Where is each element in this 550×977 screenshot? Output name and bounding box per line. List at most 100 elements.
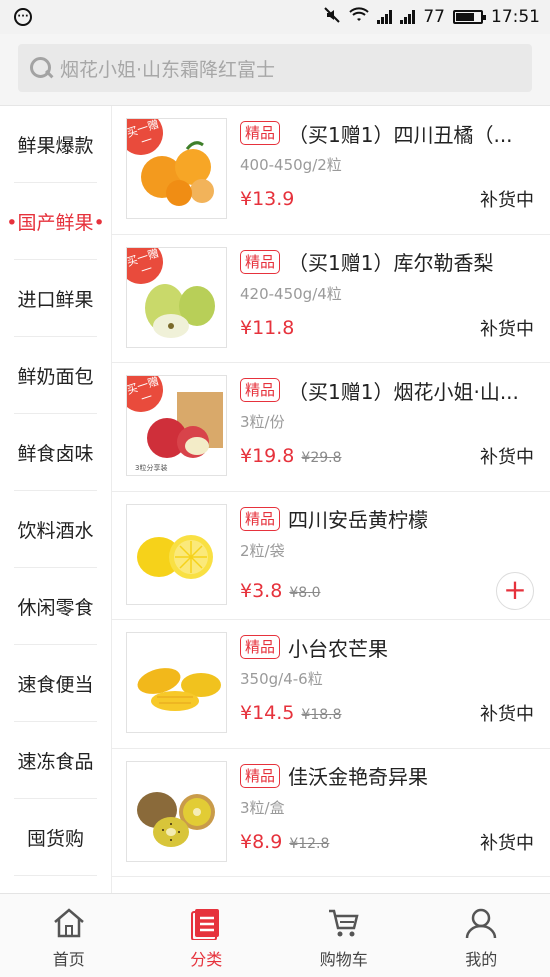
- product-price: ¥11.8: [240, 316, 295, 339]
- tab-item[interactable]: 分类: [138, 894, 276, 977]
- search-icon: [30, 57, 52, 79]
- sidebar-item[interactable]: 鲜奶面包: [0, 337, 111, 414]
- sidebar-item-label: 速食便当: [17, 674, 94, 696]
- tab-item[interactable]: 我的: [413, 894, 550, 977]
- quality-badge: 精品: [240, 378, 281, 402]
- product-info: 精品 （买1赠1）四川丑橘（... 400-450g/2粒: [240, 118, 534, 175]
- product-price: ¥19.8: [240, 445, 295, 467]
- clock: 17:51: [491, 7, 540, 27]
- product-price: ¥13.9: [240, 188, 295, 210]
- stock-status: 补货中: [480, 318, 534, 340]
- tab-item[interactable]: 首页: [0, 894, 138, 977]
- product-info: 精品 小台农芒果 350g/4-6粒: [240, 632, 534, 689]
- tab-label: 分类: [190, 950, 223, 969]
- signal-icon: [377, 10, 393, 24]
- search-bar: 烟花小姐·山东霜降红富士: [0, 34, 550, 106]
- sidebar-item-label: 囤货购: [26, 828, 84, 850]
- product-item[interactable]: 买一赠一 精品 （买1赠1）库尔勒香梨 420-450g/4粒 ¥11.8 补货中: [112, 235, 550, 363]
- product-title[interactable]: （买1赠1）烟花小姐·山...: [288, 376, 519, 405]
- stock-status: 补货中: [480, 190, 534, 211]
- stock-status: 补货中: [480, 704, 534, 725]
- product-spec: 3粒/份: [240, 413, 285, 431]
- product-image[interactable]: 买一赠一: [126, 246, 227, 348]
- original-price: ¥8.0: [289, 584, 321, 601]
- product-item[interactable]: 精品 佳沃金艳奇异果 3粒/盒 ¥8.9 ¥12.8 补货中: [112, 749, 550, 877]
- product-spec: 420-450g/4粒: [240, 284, 342, 303]
- product-info: 精品 （买1赠1）库尔勒香梨 420-450g/4粒: [240, 247, 534, 304]
- original-price: ¥29.8: [301, 450, 342, 466]
- product-item[interactable]: 精品 四川安岳黄柠檬 2粒/袋 ¥3.8 ¥8.0 +: [112, 492, 550, 620]
- search-placeholder: 烟花小姐·山东霜降红富士: [60, 58, 276, 81]
- quality-badge: 精品: [240, 763, 281, 788]
- product-price: ¥3.8: [240, 579, 283, 602]
- product-spec: 2粒/袋: [240, 541, 285, 560]
- tab-label: 我的: [465, 950, 498, 969]
- product-price: ¥14.5: [240, 702, 295, 724]
- sidebar-item[interactable]: 囤货购: [0, 799, 111, 876]
- wifi-icon: [349, 6, 370, 28]
- mute-icon: [323, 6, 341, 29]
- sidebar-item-label: 休闲零食: [17, 597, 94, 619]
- sidebar-item[interactable]: 进口鲜果: [0, 260, 111, 337]
- product-item[interactable]: 精品 小台农芒果 350g/4-6粒 ¥14.5 ¥18.8 补货中: [112, 620, 550, 749]
- svg-text:3粒分享装: 3粒分享装: [135, 463, 167, 472]
- quality-badge: 精品: [240, 506, 281, 531]
- category-sidebar: 鲜果爆款 •国产鲜果• 进口鲜果鲜奶面包鲜食卤味饮料酒水休闲零食速食便当速冻食品囤货…: [0, 106, 112, 893]
- tab-label: 购物车: [319, 950, 368, 969]
- quality-badge: 精品: [240, 249, 281, 274]
- sidebar-item[interactable]: 速食便当: [0, 645, 111, 722]
- product-title[interactable]: （买1赠1）库尔勒香梨: [288, 247, 493, 276]
- sidebar-item-label: 进口鲜果: [17, 289, 94, 311]
- product-spec: 400-450g/2粒: [240, 156, 342, 174]
- status-bar: ··· 77 17:51: [0, 0, 550, 34]
- sidebar-item[interactable]: 速冻食品: [0, 722, 111, 799]
- product-image[interactable]: [126, 503, 227, 605]
- sidebar-item-label: 饮料酒水: [17, 520, 94, 542]
- product-image[interactable]: 3粒分享装 买一赠一: [126, 375, 227, 476]
- tab-item[interactable]: 购物车: [275, 894, 413, 977]
- product-image[interactable]: 买一赠一: [126, 118, 227, 219]
- sidebar-item[interactable]: 休闲零食: [0, 568, 111, 645]
- product-price: ¥8.9: [240, 830, 283, 853]
- cart-icon: [326, 906, 362, 940]
- sidebar-item-label: 鲜果爆款: [17, 135, 94, 157]
- tab-label: 首页: [52, 950, 85, 969]
- product-title[interactable]: 四川安岳黄柠檬: [288, 504, 428, 533]
- product-info: 精品 四川安岳黄柠檬 2粒/袋: [240, 504, 534, 561]
- product-title[interactable]: （买1赠1）四川丑橘（...: [288, 119, 513, 148]
- product-title[interactable]: 小台农芒果: [288, 633, 388, 662]
- bottom-tabbar: 首页 分类 购物车 我的: [0, 893, 550, 977]
- product-list: 买一赠一 精品 （买1赠1）四川丑橘（... 400-450g/2粒 ¥13.9 补货中买…: [112, 106, 550, 893]
- sidebar-item-label: 速冻食品: [17, 751, 94, 773]
- sidebar-item[interactable]: 鲜果爆款: [0, 106, 111, 183]
- battery-icon: [453, 10, 486, 24]
- quality-badge: 精品: [240, 635, 281, 659]
- category-icon: [188, 906, 224, 940]
- user-icon: [463, 906, 499, 940]
- sidebar-item[interactable]: •国产鲜果•: [0, 183, 111, 260]
- notification-icon: ···: [14, 8, 32, 26]
- product-info: 精品 佳沃金艳奇异果 3粒/盒: [240, 761, 534, 818]
- sidebar-item-label: 鲜奶面包: [17, 366, 94, 388]
- search-input[interactable]: 烟花小姐·山东霜降红富士: [18, 44, 532, 92]
- original-price: ¥18.8: [301, 707, 342, 723]
- product-title[interactable]: 佳沃金艳奇异果: [288, 761, 428, 790]
- product-item[interactable]: 买一赠一 精品 （买1赠1）四川丑橘（... 400-450g/2粒 ¥13.9 补货中: [112, 106, 550, 235]
- stock-status: 补货中: [480, 447, 534, 468]
- original-price: ¥12.8: [289, 835, 330, 852]
- product-item[interactable]: 3粒分享装 买一赠一 精品 （买1赠1）烟花小姐·山... 3粒/份 ¥19.8 ¥29.8…: [112, 363, 550, 492]
- add-to-cart-button[interactable]: +: [496, 571, 534, 610]
- sidebar-item-label: •国产鲜果•: [6, 212, 105, 234]
- sidebar-item[interactable]: 饮料酒水: [0, 491, 111, 568]
- stock-status: 补货中: [480, 832, 534, 854]
- home-icon: [51, 906, 87, 940]
- sidebar-item-label: 鲜食卤味: [17, 443, 94, 465]
- product-spec: 3粒/盒: [240, 798, 285, 817]
- quality-badge: 精品: [240, 121, 281, 145]
- signal-icon-2: [400, 10, 416, 24]
- product-image[interactable]: [126, 632, 227, 733]
- product-spec: 350g/4-6粒: [240, 670, 323, 688]
- product-image[interactable]: [126, 760, 227, 862]
- sidebar-item[interactable]: 鲜食卤味: [0, 414, 111, 491]
- battery-level: 77: [423, 7, 445, 27]
